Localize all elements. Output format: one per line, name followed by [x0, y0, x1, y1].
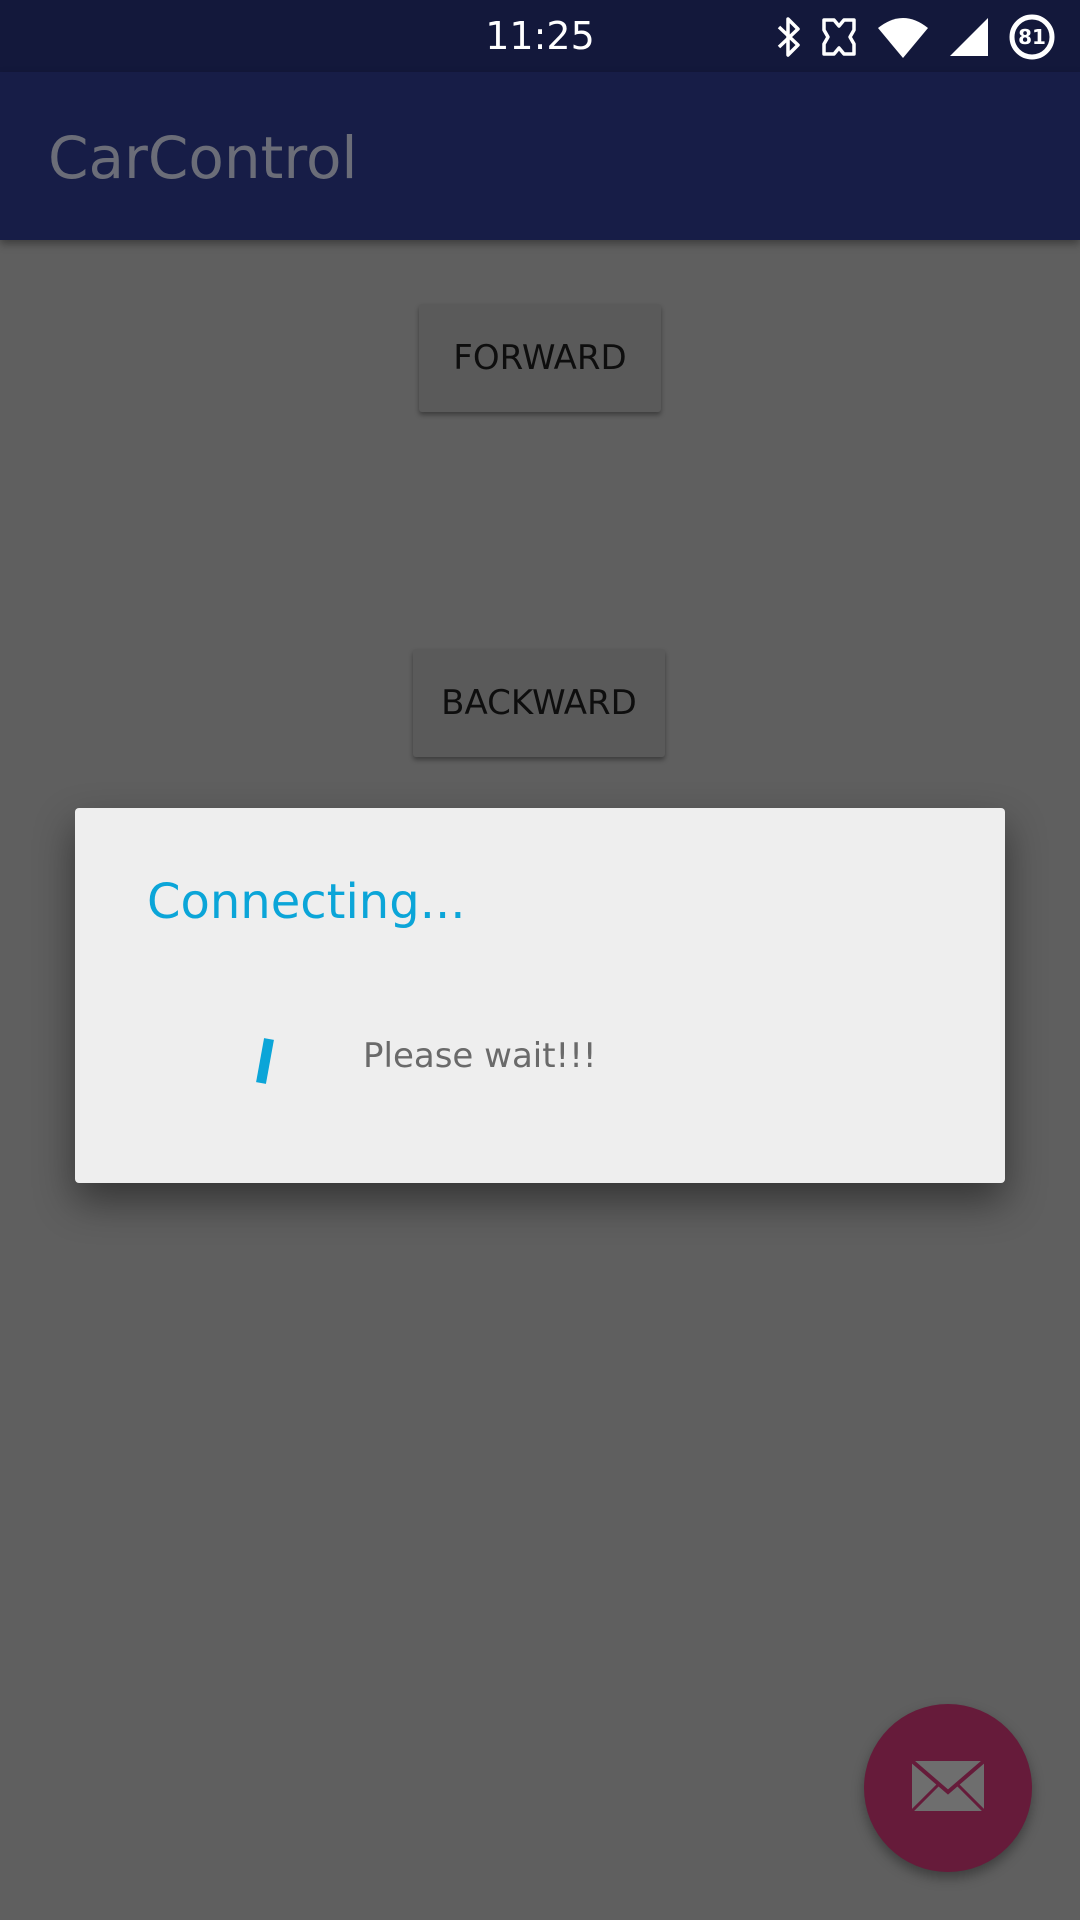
dialog-message: Please wait!!!: [363, 1036, 597, 1076]
status-bar: 11:25 81: [0, 0, 1080, 72]
bluetooth-icon: [776, 15, 802, 59]
screen: 11:25 81 CarControl FORWARD BACKWARD Con…: [0, 0, 1080, 1920]
loading-spinner-icon: [245, 1033, 285, 1089]
dialog-title: Connecting...: [147, 874, 466, 930]
forward-button[interactable]: FORWARD: [419, 304, 661, 412]
mail-icon: [910, 1758, 986, 1817]
backward-button[interactable]: BACKWARD: [413, 649, 665, 757]
status-icons: 81: [776, 12, 1056, 62]
battery-level: 81: [1018, 25, 1046, 49]
mail-fab-button[interactable]: [864, 1704, 1032, 1872]
nfc-icon: [820, 16, 858, 58]
signal-icon: [948, 16, 990, 58]
progress-dialog: Connecting... Please wait!!!: [75, 808, 1005, 1183]
app-bar: CarControl: [0, 72, 1080, 240]
wifi-icon: [876, 16, 930, 58]
battery-icon: 81: [1008, 13, 1056, 61]
app-title: CarControl: [48, 124, 358, 192]
